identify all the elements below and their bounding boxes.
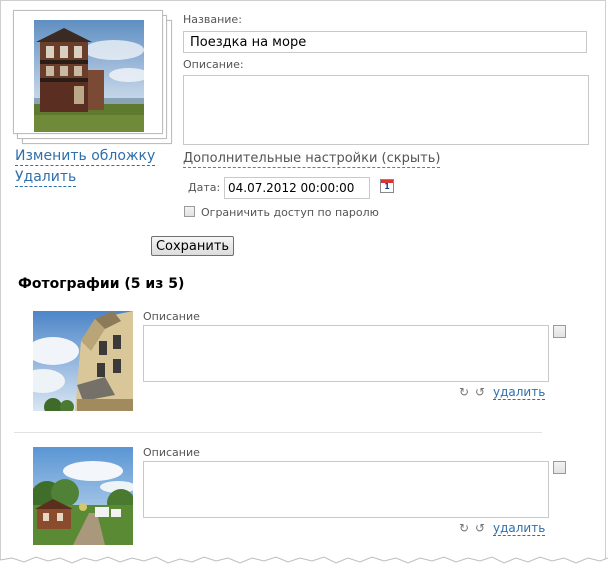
rotate-right-icon[interactable]: ↻ — [459, 386, 469, 398]
photo-description-textarea[interactable] — [143, 461, 549, 518]
cover-image[interactable] — [34, 20, 144, 132]
name-label: Название: — [183, 13, 242, 26]
photo-divider — [14, 432, 542, 433]
photo-thumbnail[interactable] — [33, 311, 133, 411]
photo-description-label: Описание — [143, 446, 200, 459]
photo-description-textarea[interactable] — [143, 325, 549, 382]
date-label: Дата: — [188, 181, 221, 194]
rotate-right-icon[interactable]: ↻ — [459, 522, 469, 534]
password-label: Ограничить доступ по паролю — [201, 206, 379, 219]
photo-description-label: Описание — [143, 310, 200, 323]
rotate-left-icon[interactable]: ↺ — [475, 386, 485, 398]
description-textarea[interactable] — [183, 75, 589, 145]
date-input[interactable] — [224, 177, 370, 199]
calendar-icon[interactable]: 1 — [380, 179, 394, 193]
save-button[interactable]: Сохранить — [151, 236, 234, 256]
photo-thumbnail[interactable] — [33, 447, 133, 545]
advanced-settings-toggle[interactable]: Дополнительные настройки (скрыть) — [183, 150, 441, 168]
calendar-icon-day: 1 — [384, 182, 390, 191]
torn-edge — [0, 556, 608, 576]
description-label: Описание: — [183, 58, 244, 71]
rotate-left-icon[interactable]: ↺ — [475, 522, 485, 534]
photos-heading: Фотографии (5 из 5) — [18, 276, 185, 292]
password-checkbox[interactable] — [184, 206, 195, 217]
change-cover-link[interactable]: Изменить обложку — [15, 148, 156, 166]
photo-select-checkbox[interactable] — [553, 461, 566, 474]
name-input[interactable] — [183, 31, 587, 53]
photo-delete-link[interactable]: удалить — [493, 521, 546, 536]
delete-cover-link[interactable]: Удалить — [15, 169, 77, 187]
photo-select-checkbox[interactable] — [553, 325, 566, 338]
photo-delete-link[interactable]: удалить — [493, 385, 546, 400]
